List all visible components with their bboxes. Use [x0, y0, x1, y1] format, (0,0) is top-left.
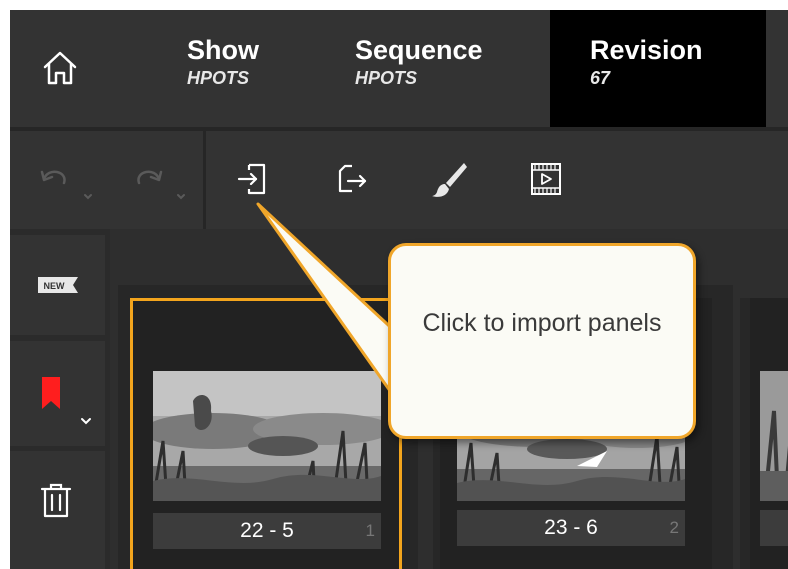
import-panels-tooltip: Click to import panels	[388, 243, 696, 439]
tooltip-text: Click to import panels	[422, 309, 662, 337]
